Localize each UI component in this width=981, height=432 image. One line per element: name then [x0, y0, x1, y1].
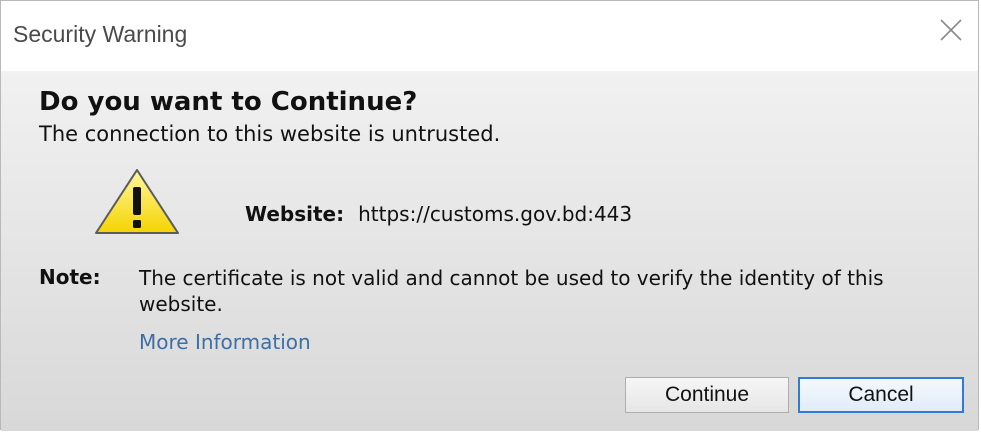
- security-warning-dialog: Security Warning Do you want to Continue…: [0, 0, 979, 431]
- continue-button[interactable]: Continue: [625, 377, 789, 413]
- note-label: Note:: [39, 265, 101, 289]
- dialog-heading: Do you want to Continue?: [39, 87, 418, 117]
- close-button[interactable]: [936, 15, 966, 45]
- note-text: The certificate is not valid and cannot …: [139, 266, 884, 316]
- website-row: Website: https://customs.gov.bd:443: [245, 202, 632, 226]
- cancel-button[interactable]: Cancel: [798, 377, 964, 413]
- window-title: Security Warning: [13, 21, 188, 47]
- website-url: https://customs.gov.bd:443: [358, 202, 633, 226]
- website-label: Website:: [245, 202, 345, 226]
- more-information-link[interactable]: More Information: [139, 330, 311, 354]
- dialog-subheading: The connection to this website is untrus…: [39, 122, 501, 146]
- warning-triangle-icon: [95, 169, 179, 234]
- close-icon: [940, 19, 962, 41]
- title-bar: Security Warning: [1, 1, 978, 71]
- dialog-body: Do you want to Continue? The connection …: [1, 71, 978, 431]
